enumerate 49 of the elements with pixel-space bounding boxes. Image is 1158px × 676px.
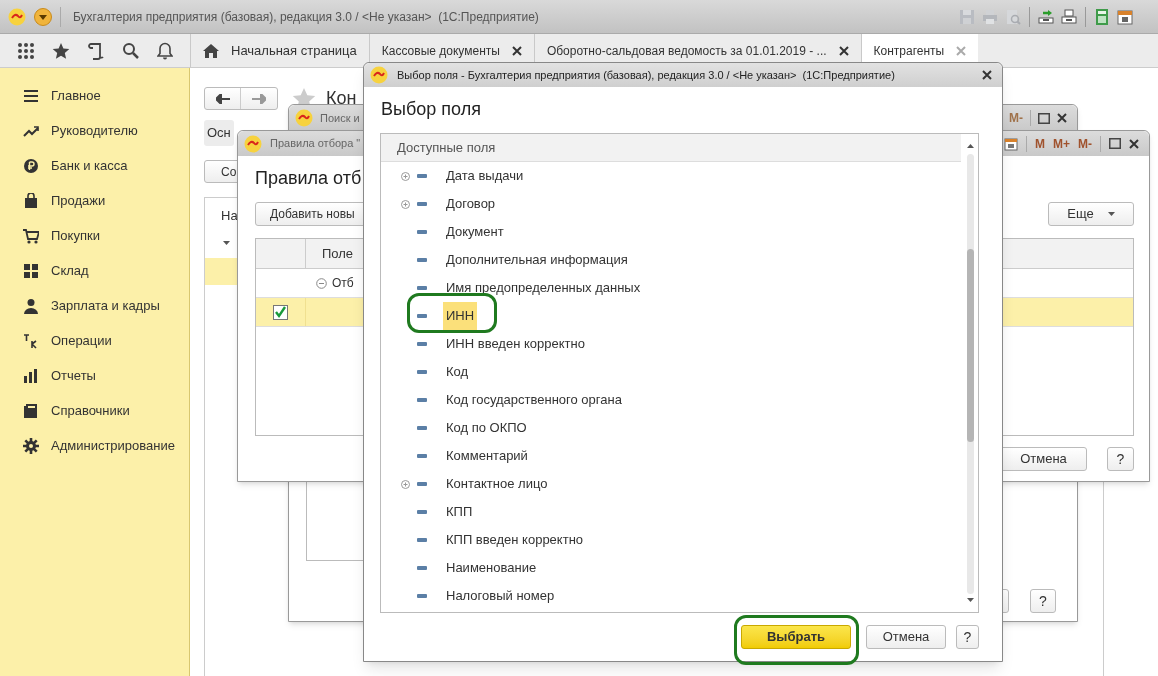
more-button[interactable]: Еще	[1048, 202, 1134, 226]
window-title: Выбор поля - Бухгалтерия предприятия (базовая), редакция 3.0 / <Не указан> (1С:Предприятие)	[397, 67, 895, 83]
list-item[interactable]: КПП	[443, 498, 476, 526]
form-title: Кон	[326, 87, 357, 110]
list-item[interactable]: Договор	[443, 190, 499, 218]
sidebar-item[interactable]: Покупки	[51, 225, 100, 246]
window-heading: Выбор поля	[381, 98, 481, 121]
sidebar-item[interactable]: Главное	[51, 85, 101, 106]
window-title: Бухгалтерия предприятия (базовая), редакция 3.0 / <Не указан> (1С:Предприятие)	[73, 8, 539, 26]
memory-button[interactable]: M+	[1053, 134, 1070, 153]
help-button[interactable]: ?	[956, 625, 979, 649]
list-item[interactable]: Документ	[443, 218, 507, 246]
list-item[interactable]: КПП введен корректно	[443, 526, 587, 554]
sidebar-item[interactable]: Склад	[51, 260, 89, 281]
help-button[interactable]: ?	[1107, 447, 1134, 471]
sidebar-item[interactable]: Банк и касса	[51, 155, 128, 176]
column-header: Поле	[321, 244, 354, 263]
list-item[interactable]: Дата выдачи	[443, 162, 527, 190]
list-item[interactable]: Код	[443, 358, 472, 386]
window-heading: Правила отб	[255, 167, 362, 190]
help-button[interactable]: ?	[1030, 589, 1056, 613]
list-item[interactable]: Налоговый номер	[443, 582, 558, 610]
tab[interactable]: Осн	[204, 120, 234, 146]
sidebar-item[interactable]: Справочники	[51, 400, 130, 421]
list-item[interactable]: Имя предопределенных данных	[443, 274, 644, 302]
column-header: На	[221, 207, 238, 225]
list-item[interactable]: Наименование	[443, 554, 540, 582]
sidebar-item[interactable]: Зарплата и кадры	[51, 295, 160, 316]
sidebar-item[interactable]: Администрирование	[51, 435, 175, 456]
list-item[interactable]: ИНН введен корректно	[443, 330, 588, 358]
sidebar-item[interactable]: Руководителю	[51, 120, 138, 141]
cancel-button[interactable]: Отмена	[866, 625, 946, 649]
list-item[interactable]: Код государственного органа	[443, 386, 625, 414]
sidebar-item[interactable]: Продажи	[51, 190, 106, 211]
list-item[interactable]: Комментарий	[443, 442, 531, 470]
cancel-button[interactable]: Отмена	[1000, 447, 1087, 471]
memory-button[interactable]: M-	[1078, 134, 1092, 153]
list-item[interactable]: ИНН	[443, 302, 478, 330]
window-title: Правила отбора "	[270, 136, 361, 152]
sidebar-item[interactable]: Операции	[51, 330, 112, 351]
table-cell-text: Отб	[332, 275, 354, 292]
window-title: Поиск и	[320, 110, 360, 126]
memory-button[interactable]: M	[1035, 134, 1045, 153]
list-item[interactable]: Контактное лицо	[443, 470, 551, 498]
select-button[interactable]: Выбрать	[741, 625, 851, 649]
list-item[interactable]: Код по ОКПО	[443, 414, 530, 442]
sidebar-item[interactable]: Отчеты	[51, 365, 96, 386]
list-item[interactable]: Дополнительная информация	[443, 246, 631, 274]
column-header: Доступные поля	[397, 138, 496, 157]
